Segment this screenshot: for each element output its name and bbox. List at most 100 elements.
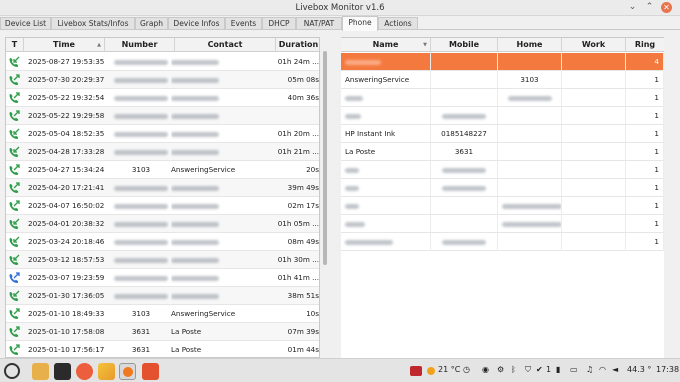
contact-row[interactable]: 4	[341, 53, 664, 71]
display-icon[interactable]: ▭	[570, 365, 578, 374]
contact-row[interactable]: La Poste 3631 1	[341, 143, 664, 161]
redacted-text	[345, 239, 393, 245]
call-time: 2025-05-22 19:32:54	[28, 93, 105, 102]
call-row[interactable]: 2025-04-07 16:50:02 02m 17s	[6, 197, 319, 215]
contact-home	[498, 233, 562, 251]
incoming-call-icon	[8, 254, 20, 266]
incoming-call-icon	[8, 236, 20, 248]
contact-row[interactable]: 1	[341, 161, 664, 179]
call-log-header: T Time ▲ Number Contact Duration	[6, 38, 319, 52]
contact-row[interactable]: AnsweringService 3103 1	[341, 71, 664, 89]
call-log-table[interactable]: T Time ▲ Number Contact Duration 2025-08-…	[5, 37, 320, 358]
redacted-text	[171, 77, 219, 83]
column-ring[interactable]: Ring	[626, 38, 664, 52]
toolbox-icon[interactable]	[142, 363, 159, 380]
antivirus-icon[interactable]: ✔	[536, 365, 543, 374]
column-type[interactable]: T	[6, 38, 24, 52]
redacted-text	[345, 167, 359, 173]
contacts-table[interactable]: Name ▼ Mobile Home Work Ring 4 AnsweringSe…	[341, 37, 664, 358]
column-duration[interactable]: Duration	[276, 38, 319, 52]
column-number[interactable]: Number	[105, 38, 175, 52]
contact-home	[498, 53, 562, 71]
column-home[interactable]: Home	[498, 38, 562, 52]
call-number: 3631	[131, 327, 151, 336]
call-row[interactable]: 2025-03-24 20:18:46 08m 49s	[6, 233, 319, 251]
contact-row[interactable]: 1	[341, 89, 664, 107]
call-row[interactable]: 2025-01-10 17:56:17 3631 La Poste 01m 44s	[6, 341, 319, 357]
column-work[interactable]: Work	[562, 38, 626, 52]
contact-work	[562, 179, 626, 197]
wifi-icon[interactable]: ◠	[599, 365, 606, 374]
call-row[interactable]: 2025-04-01 20:38:32 01h 05m ...	[6, 215, 319, 233]
livebox-monitor-app-icon[interactable]	[119, 363, 136, 380]
call-row[interactable]: 2025-01-30 17:36:05 38m 51s	[6, 287, 319, 305]
contact-mobile	[431, 53, 498, 71]
call-row[interactable]: 2025-05-22 19:29:58	[6, 107, 319, 125]
menu-icon[interactable]	[4, 363, 20, 379]
call-row[interactable]: 2025-07-30 20:29:37 05m 08s	[6, 71, 319, 89]
column-contact[interactable]: Contact	[175, 38, 276, 52]
call-row[interactable]: 2025-05-22 19:32:54 40m 36s	[6, 89, 319, 107]
clock-label[interactable]: 17:38	[656, 365, 679, 374]
contact-mobile: 3631	[431, 143, 498, 161]
call-row[interactable]: 2025-03-12 18:57:53 01h 30m ...	[6, 251, 319, 269]
steam-icon[interactable]: ⚙	[497, 365, 504, 374]
call-row[interactable]: 2025-01-10 18:49:33 3103 AnsweringService 1…	[6, 305, 319, 323]
tab-phone[interactable]: Phone	[342, 16, 378, 31]
window-title: Livebox Monitor v1.6	[295, 3, 385, 13]
network-monitor-icon[interactable]	[410, 366, 422, 376]
shield-icon[interactable]: ⛉	[525, 365, 531, 375]
call-row[interactable]: 2025-04-27 15:34:24 3103 AnsweringService 2…	[6, 161, 319, 179]
call-log-scrollbar[interactable]	[321, 37, 329, 358]
contact-row[interactable]: HP Instant Ink 0185148227 1	[341, 125, 664, 143]
minimize-icon[interactable]: ⌄	[627, 2, 638, 13]
temperature-label[interactable]: 21 °C	[438, 365, 460, 374]
volume-icon[interactable]: ◄	[612, 365, 618, 374]
call-row[interactable]: 2025-01-10 17:58:08 3631 La Poste 07m 39s	[6, 323, 319, 341]
contact-mobile	[431, 197, 498, 215]
column-name[interactable]: Name ▼	[341, 38, 431, 52]
contact-name	[341, 215, 431, 233]
maximize-icon[interactable]: ⌃	[644, 2, 655, 13]
tab-bar: Device List Livebox Stats/Infos Graph De…	[0, 16, 680, 31]
outgoing-call-icon	[8, 74, 20, 86]
terminal-icon[interactable]	[54, 363, 71, 380]
column-time[interactable]: Time ▲	[24, 38, 105, 52]
redacted-text	[345, 59, 381, 65]
call-row[interactable]: 2025-08-27 19:53:35 01h 24m ...	[6, 53, 319, 71]
outgoing-call-icon	[8, 164, 20, 176]
music-icon[interactable]: ♫	[586, 365, 593, 374]
updater-icon[interactable]	[76, 363, 93, 380]
bluetooth-icon[interactable]: ᛒ	[511, 365, 516, 374]
files-icon[interactable]	[32, 363, 49, 380]
contact-work	[562, 89, 626, 107]
clock-tray-icon[interactable]: ◷	[463, 365, 470, 374]
contact-home	[498, 161, 562, 179]
redacted-text	[345, 221, 365, 227]
update-manager-icon[interactable]: ◉	[482, 365, 489, 374]
call-number: 3103	[131, 165, 151, 174]
call-row[interactable]: 2025-04-20 17:21:41 39m 49s	[6, 179, 319, 197]
call-row[interactable]: 2025-05-04 18:52:35 01h 20m ...	[6, 125, 319, 143]
redacted-text	[114, 257, 168, 263]
contact-row[interactable]: 1	[341, 233, 664, 251]
contact-row[interactable]: 1	[341, 197, 664, 215]
call-duration: 05m 08s	[287, 75, 319, 84]
redacted-text	[442, 185, 486, 191]
battery-icon[interactable]: ▮	[556, 365, 560, 374]
contact-row[interactable]: 1	[341, 179, 664, 197]
call-number	[109, 71, 173, 89]
close-icon[interactable]: ✕	[661, 2, 672, 13]
editor-icon[interactable]	[98, 363, 115, 380]
call-duration: 02m 17s	[287, 201, 319, 210]
call-contact	[171, 143, 274, 161]
call-row[interactable]: 2025-03-07 19:23:59 01h 41m ...	[6, 269, 319, 287]
contact-ring: 1	[626, 161, 664, 179]
scrollbar-thumb[interactable]	[323, 51, 327, 265]
call-row[interactable]: 2025-04-28 17:33:28 01h 21m ...	[6, 143, 319, 161]
redacted-text	[442, 113, 486, 119]
contact-name: La Poste	[341, 143, 431, 161]
contact-row[interactable]: 1	[341, 107, 664, 125]
contact-row[interactable]: 1	[341, 215, 664, 233]
column-mobile[interactable]: Mobile	[431, 38, 498, 52]
